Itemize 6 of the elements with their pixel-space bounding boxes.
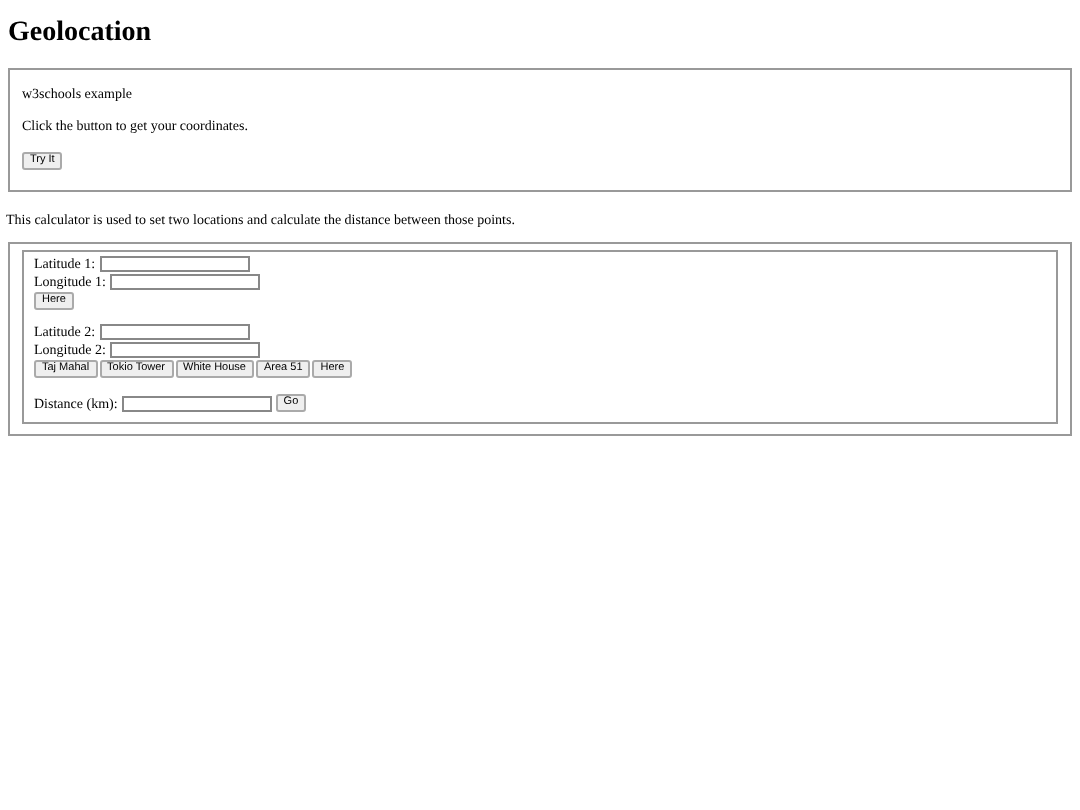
distance-field[interactable] (121, 395, 272, 411)
page-heading: Geolocation (8, 16, 154, 52)
input-field[interactable] (109, 341, 260, 358)
input-field[interactable] (109, 273, 260, 290)
input-field[interactable] (99, 256, 250, 273)
input-field[interactable] (99, 324, 250, 341)
